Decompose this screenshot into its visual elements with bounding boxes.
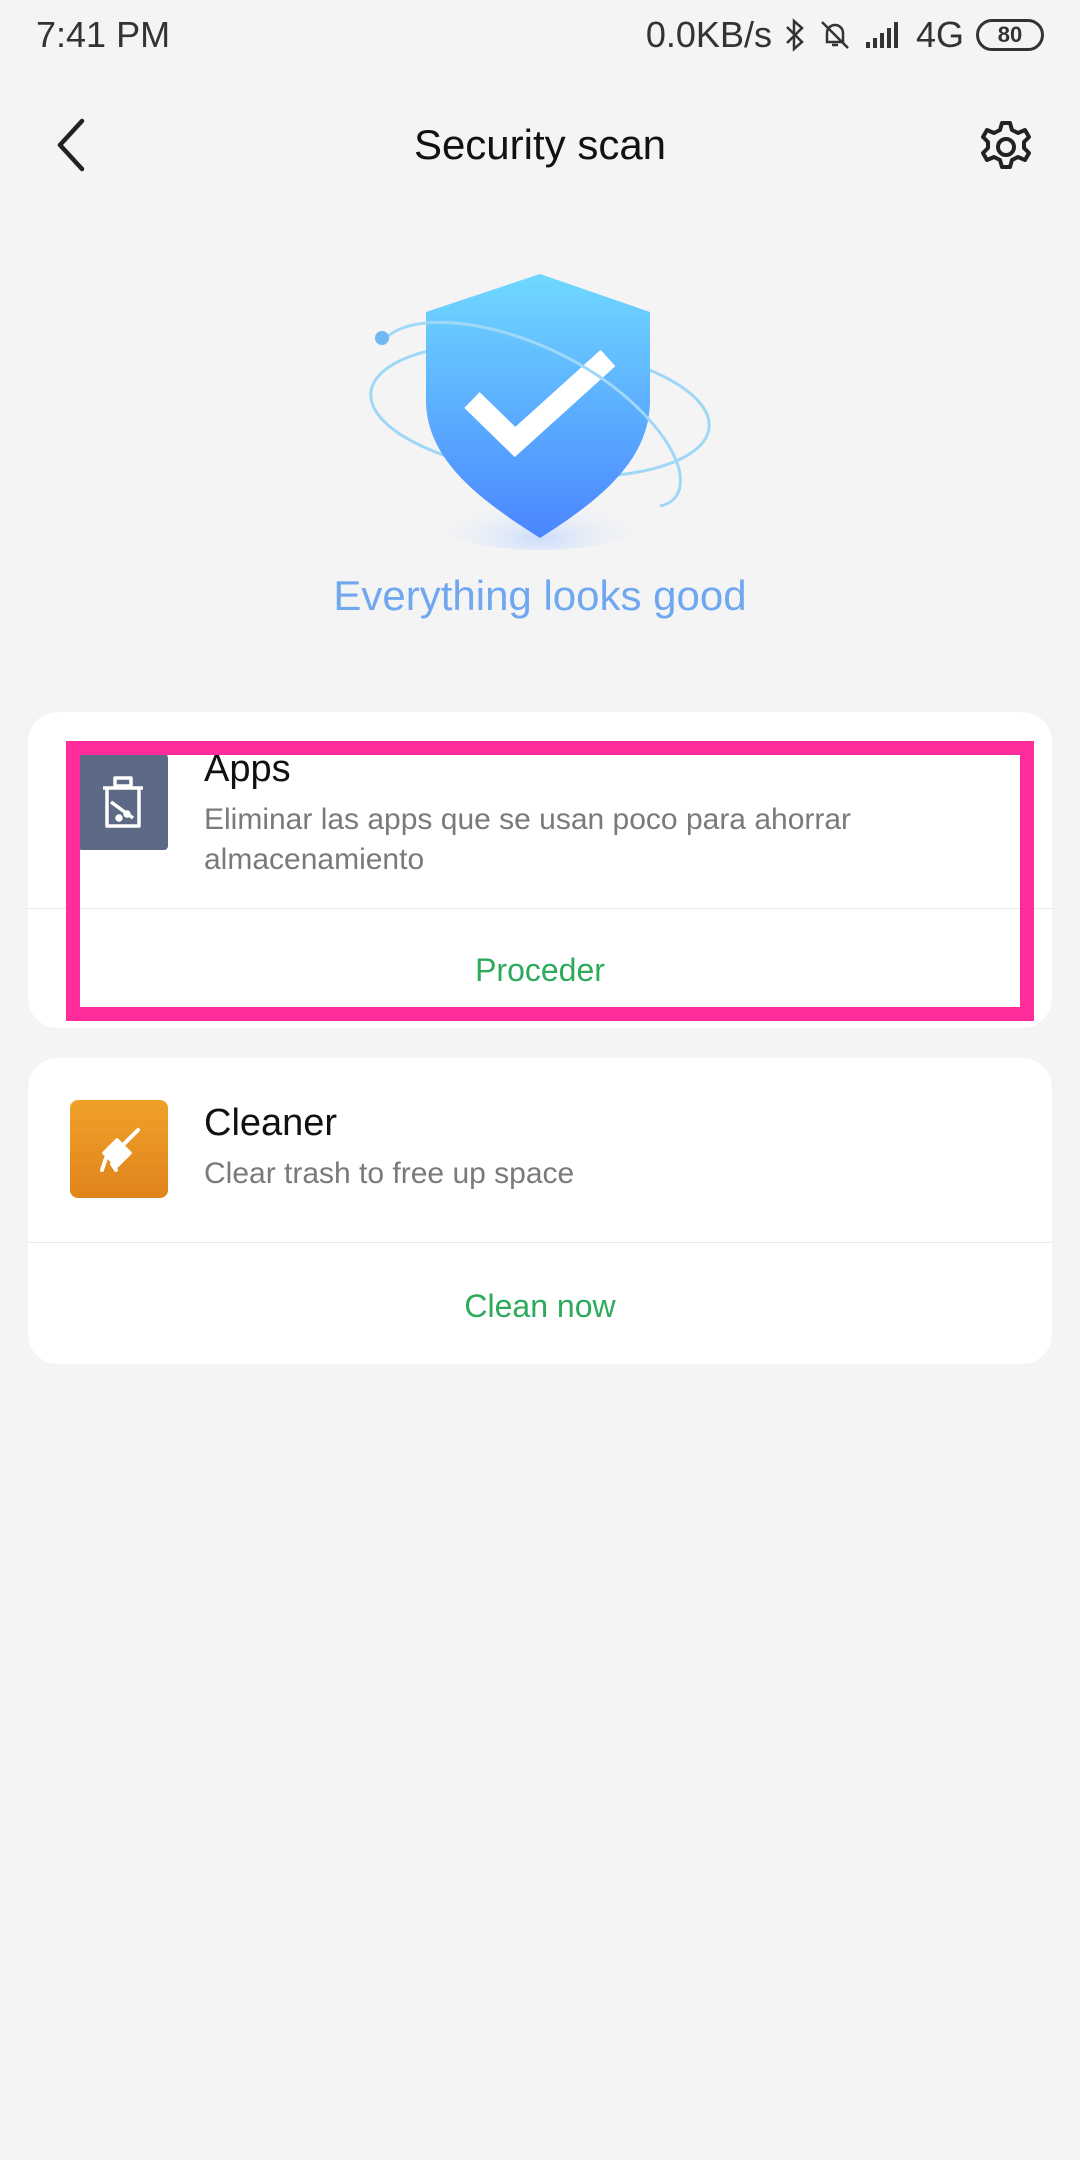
cleaner-card-body: Cleaner Clear trash to free up space: [28, 1058, 1052, 1254]
hero-illustration: [0, 260, 1080, 560]
shield-check-icon: [369, 274, 711, 550]
gear-icon: [981, 121, 1031, 169]
signal-icon: [864, 20, 904, 50]
apps-card-icon: [78, 754, 168, 850]
trash-can-icon: [103, 776, 143, 828]
apps-card-text: Apps Eliminar las apps que se usan poco …: [204, 746, 1012, 880]
network-speed: 0.0KB/s: [645, 14, 772, 55]
apps-card-title: Apps: [204, 748, 291, 790]
network-type: 4G: [915, 14, 964, 55]
divider: [28, 908, 1052, 909]
cleaner-card: Cleaner Clear trash to free up space Cle…: [28, 1058, 1052, 1364]
apps-card-body: Apps Eliminar las apps que se usan poco …: [28, 712, 1052, 908]
page-title: Security scan: [413, 121, 667, 168]
settings-button[interactable]: [974, 115, 1038, 179]
clean-now-button[interactable]: Clean now: [28, 1288, 1052, 1325]
bluetooth-icon: [784, 18, 806, 52]
status-bar: 7:41 PM 0.0KB/s 4G 80: [0, 0, 1080, 70]
status-message: Everything looks good: [333, 572, 747, 619]
app-header: Security scan: [0, 95, 1080, 195]
status-time: 7:41 PM: [36, 14, 171, 55]
battery-level: 80: [997, 22, 1023, 47]
battery-icon: 80: [976, 19, 1044, 51]
proceed-button[interactable]: Proceder: [28, 952, 1052, 989]
apps-card: Apps Eliminar las apps que se usan poco …: [28, 712, 1052, 1028]
cleaner-card-icon: [70, 1100, 168, 1198]
cleaner-card-title: Cleaner: [204, 1102, 338, 1144]
broom-icon: [100, 1128, 140, 1172]
divider: [28, 1242, 1052, 1243]
cleaner-card-text: Cleaner Clear trash to free up space: [204, 1100, 1012, 1194]
cleaner-card-description: Clear trash to free up space: [204, 1157, 575, 1190]
status-icons: 0.0KB/s 4G 80: [646, 14, 1044, 56]
apps-card-description: Eliminar las apps que se usan poco para …: [204, 803, 852, 876]
mute-bell-icon: [818, 18, 852, 52]
